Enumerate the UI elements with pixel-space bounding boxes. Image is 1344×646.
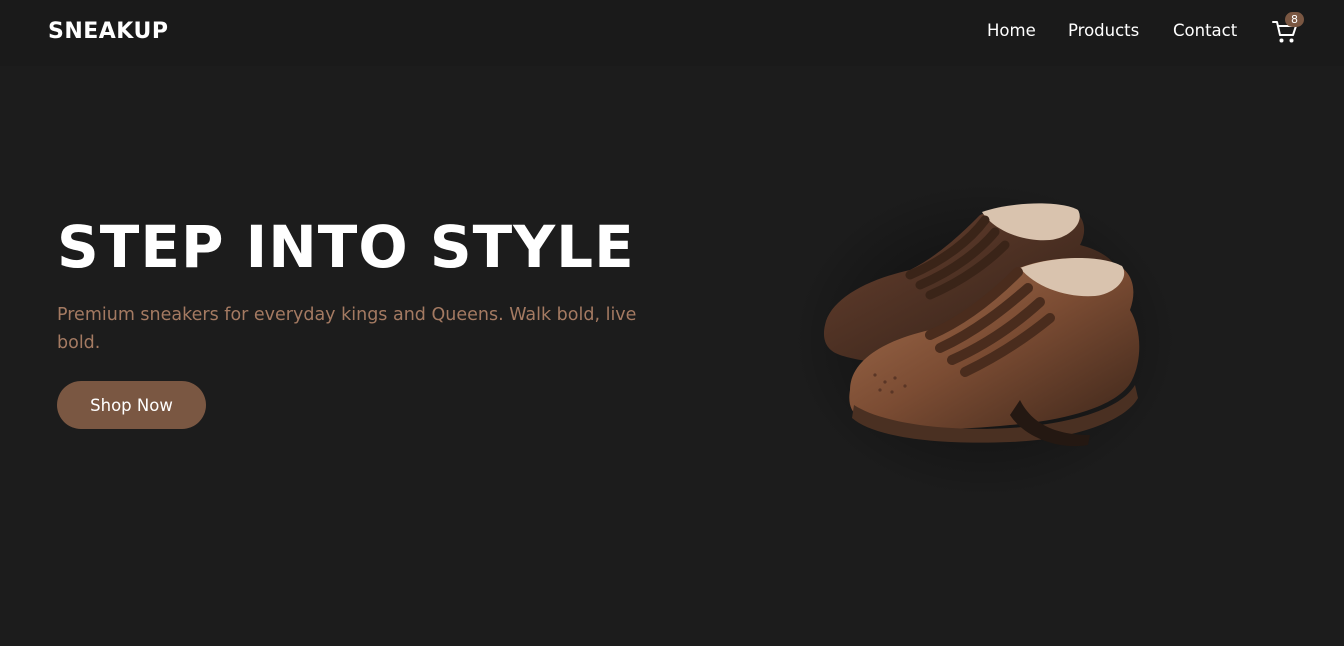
hero-title: STEP INTO STYLE xyxy=(57,213,635,281)
shop-now-button[interactable]: Shop Now xyxy=(57,381,206,429)
hero-subtitle: Premium sneakers for everyday kings and … xyxy=(57,305,637,353)
cart-count-badge: 8 xyxy=(1285,12,1304,27)
sneakers-image xyxy=(770,160,1200,510)
nav-contact-link[interactable]: Contact xyxy=(1173,21,1237,40)
site-header: SNEAKUP Home Products Contact 8 xyxy=(0,0,1344,66)
brand-logo[interactable]: SNEAKUP xyxy=(48,19,168,44)
nav-products-link[interactable]: Products xyxy=(1068,21,1139,40)
nav-home-link[interactable]: Home xyxy=(987,21,1036,40)
